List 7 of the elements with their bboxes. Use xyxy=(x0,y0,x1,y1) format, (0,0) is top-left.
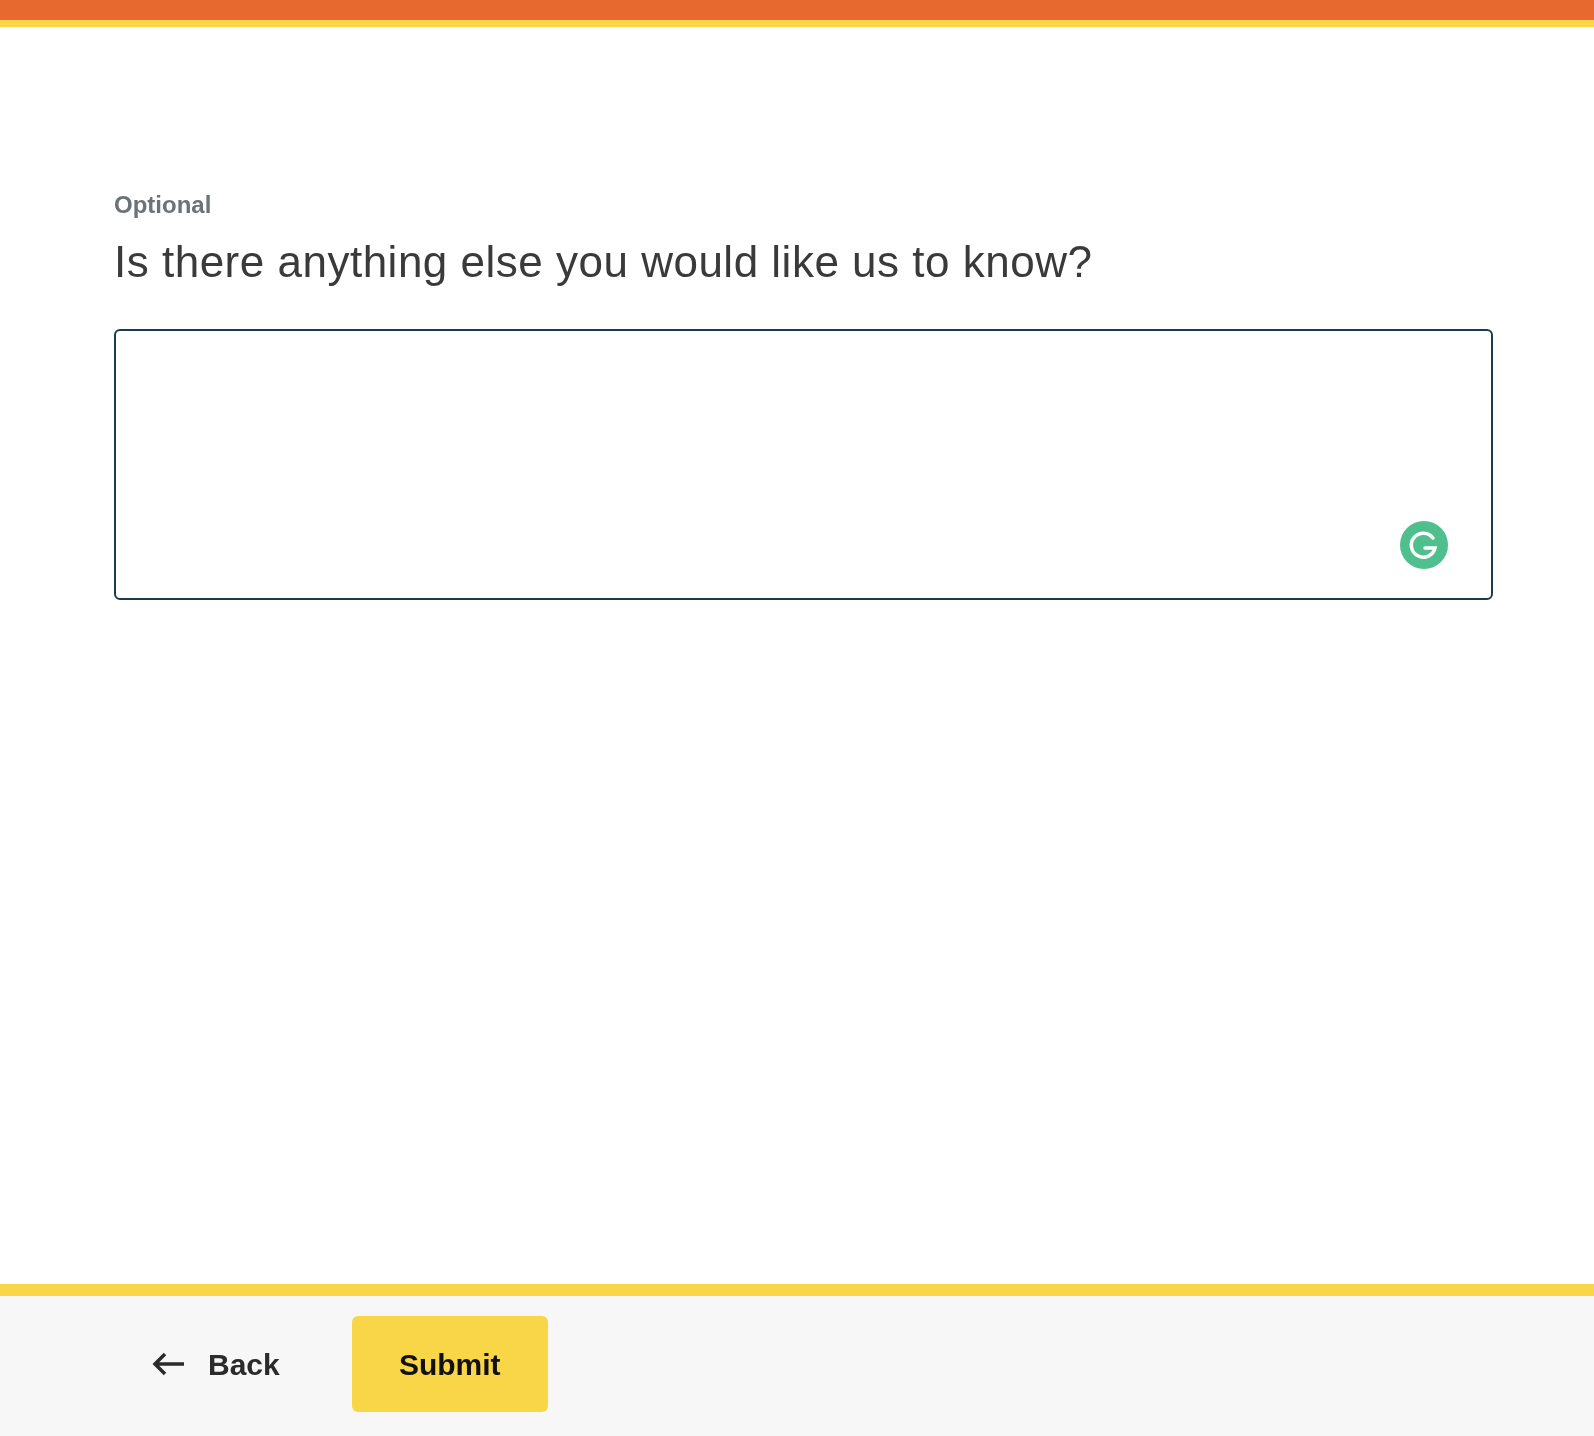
optional-label: Optional xyxy=(114,190,212,220)
question-title: Is there anything else you would like us to know? xyxy=(114,236,1093,288)
answer-box[interactable] xyxy=(114,329,1493,600)
submit-button[interactable]: Submit xyxy=(351,1316,548,1412)
arrow-left-icon xyxy=(152,1352,186,1376)
back-button[interactable]: Back xyxy=(140,1329,292,1399)
grammar-check-icon[interactable] xyxy=(1400,521,1448,569)
